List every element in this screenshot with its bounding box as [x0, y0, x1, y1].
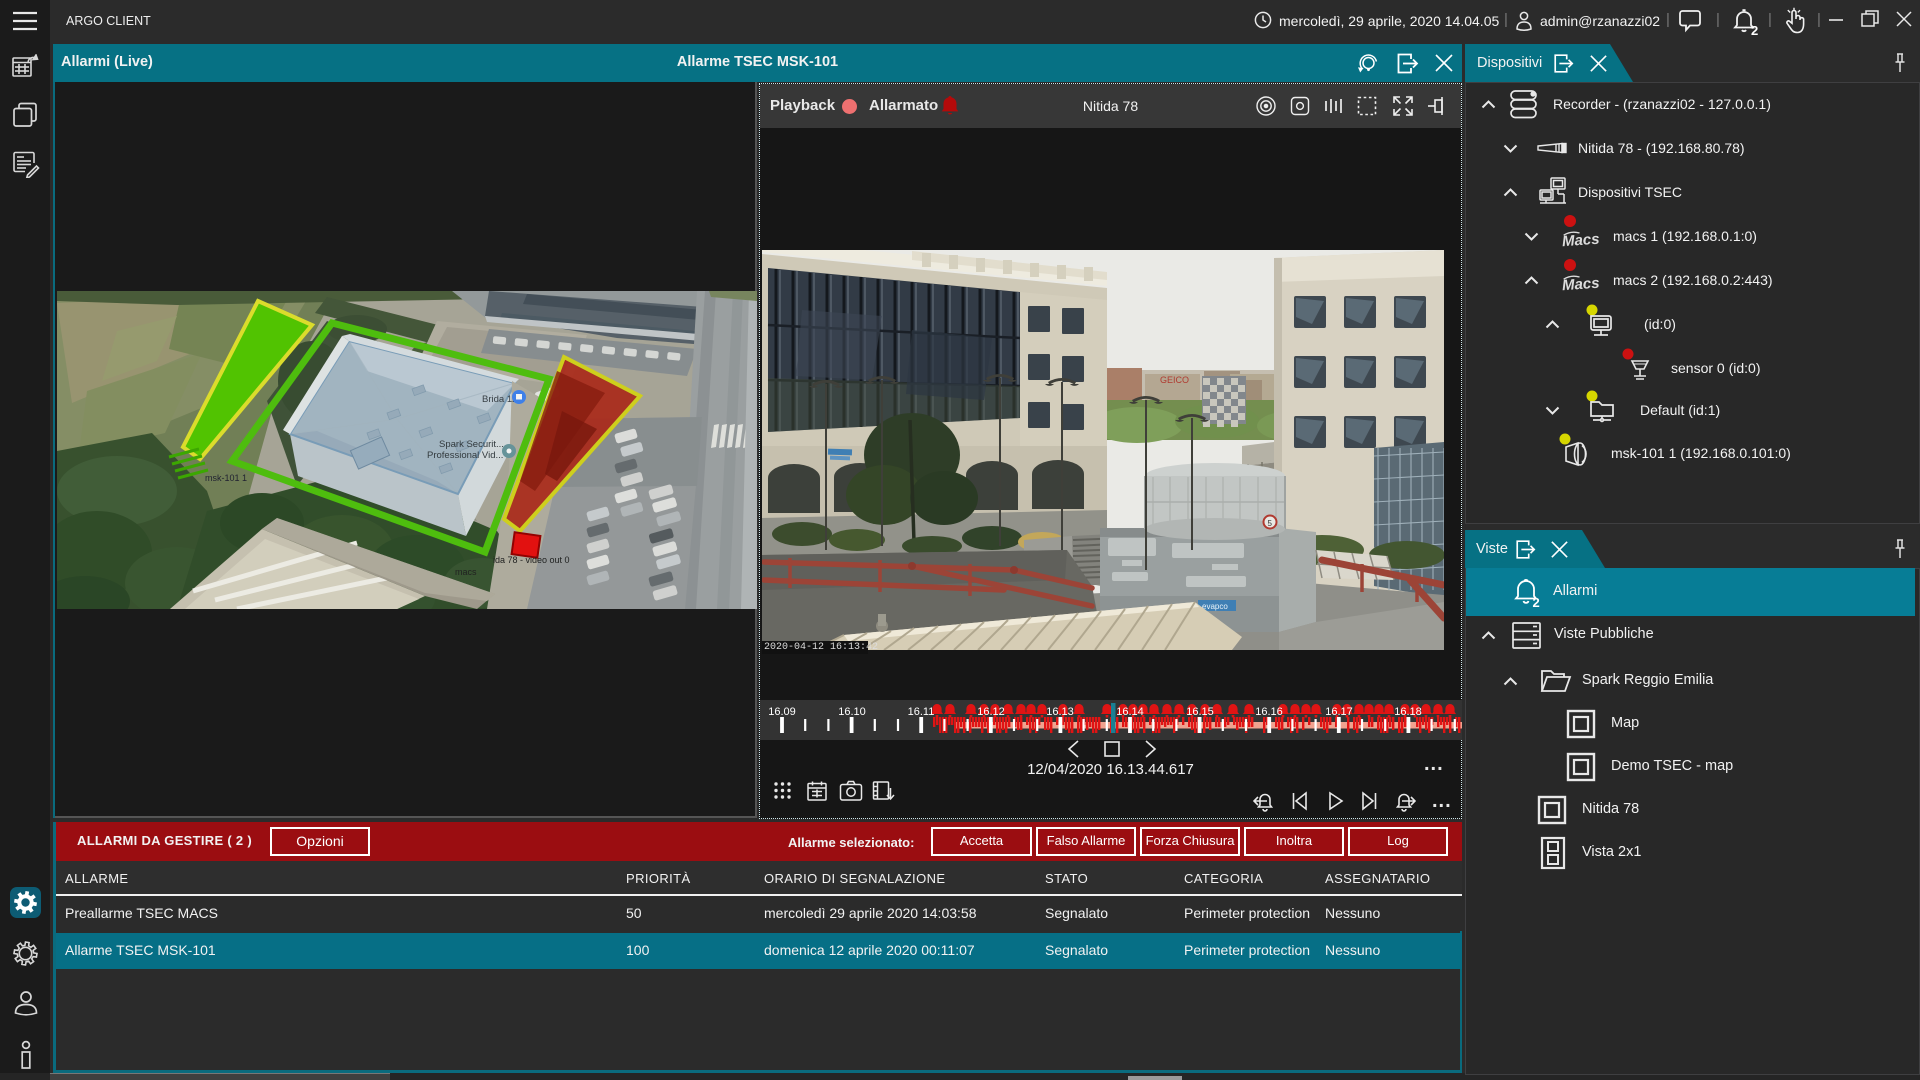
- svg-text:16.15: 16.15: [1186, 706, 1214, 718]
- svg-text:16.17: 16.17: [1325, 706, 1353, 718]
- svg-text:5: 5: [1268, 519, 1273, 528]
- svg-text:2: 2: [1533, 595, 1540, 608]
- svg-text:16.13: 16.13: [1046, 706, 1074, 718]
- svg-text:16.16: 16.16: [1255, 706, 1283, 718]
- svg-text:2: 2: [1751, 23, 1758, 37]
- svg-text:16.11: 16.11: [908, 706, 935, 718]
- svg-text:evapco: evapco: [1202, 602, 1228, 611]
- svg-text:16.14: 16.14: [1116, 706, 1144, 718]
- svg-text:16.18: 16.18: [1394, 706, 1422, 718]
- svg-text:16.12: 16.12: [977, 706, 1005, 718]
- svg-text:GEICO: GEICO: [1160, 375, 1189, 385]
- svg-text:16.09: 16.09: [768, 706, 796, 718]
- svg-text:16.10: 16.10: [838, 706, 866, 718]
